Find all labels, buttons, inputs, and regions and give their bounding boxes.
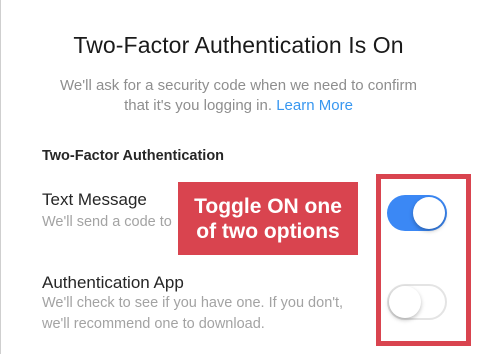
description-text: We'll ask for a security code when we ne… xyxy=(60,77,417,114)
callout-line-1: Toggle ON one xyxy=(194,194,342,218)
text-message-title: Text Message xyxy=(42,190,147,209)
authentication-app-description: We'll check to see if you have one. If y… xyxy=(42,295,344,332)
callout-line-2: of two options xyxy=(196,219,340,243)
two-factor-settings-page: Two-Factor Authentication Is On We'll as… xyxy=(0,0,477,354)
text-message-description: We'll send a code to xyxy=(42,214,172,230)
section-heading: Two-Factor Authentication xyxy=(42,148,225,164)
learn-more-link[interactable]: Learn More xyxy=(276,97,353,114)
annotation-highlight-box xyxy=(376,174,471,346)
page-description: We'll ask for a security code when we ne… xyxy=(60,76,417,116)
annotation-callout: Toggle ON one of two options xyxy=(178,182,358,255)
authentication-app-title: Authentication App xyxy=(42,273,184,292)
page-title: Two-Factor Authentication Is On xyxy=(73,32,404,58)
